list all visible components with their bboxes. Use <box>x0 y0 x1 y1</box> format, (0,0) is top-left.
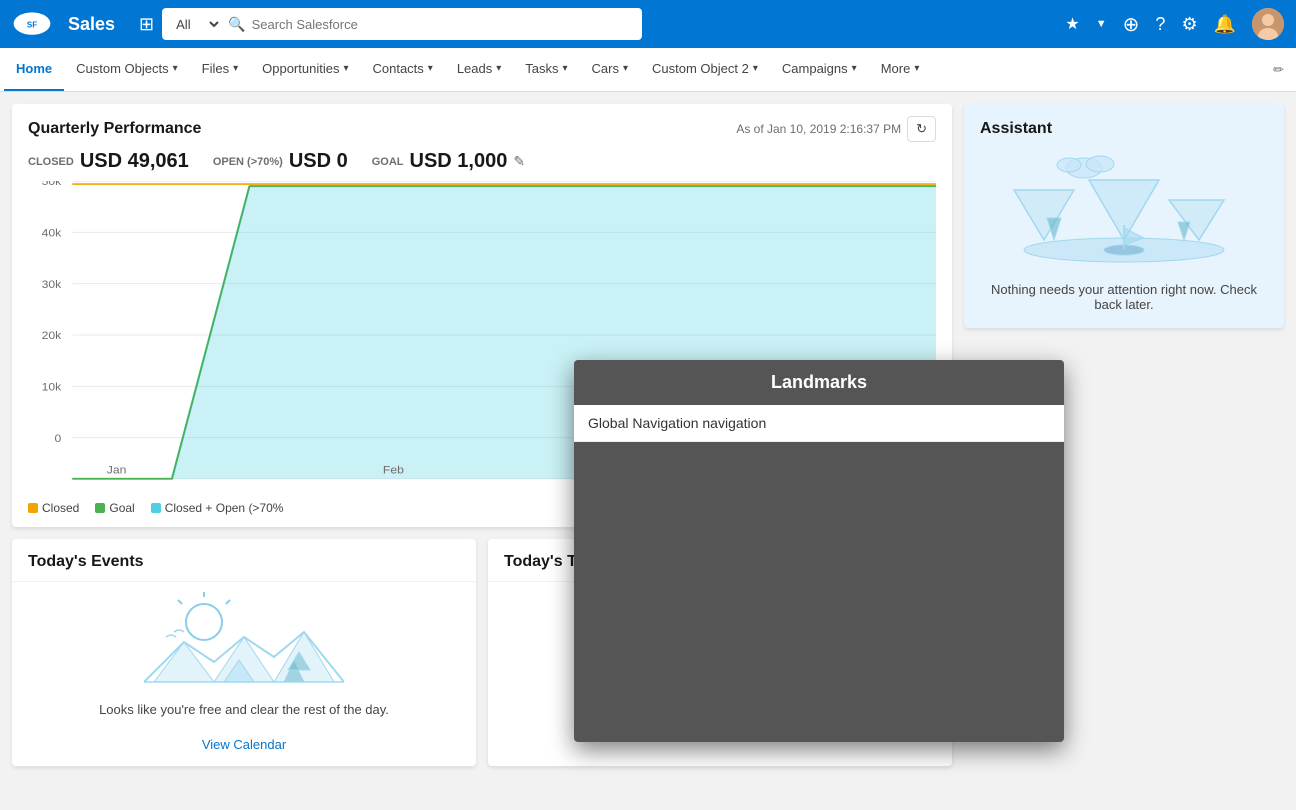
svg-text:30k: 30k <box>42 278 62 290</box>
refresh-button[interactable]: ↻ <box>907 116 936 142</box>
events-message: Looks like you're free and clear the res… <box>12 702 476 729</box>
search-icon: 🔍 <box>228 16 245 33</box>
nav-item-custom-objects[interactable]: Custom Objects ▾ <box>64 48 190 91</box>
events-svg <box>144 592 344 692</box>
open-stat: OPEN (>70%) USD 0 <box>213 150 348 173</box>
closed-stat: CLOSED USD 49,061 <box>28 150 189 173</box>
nav-item-files[interactable]: Files ▾ <box>190 48 250 91</box>
svg-text:0: 0 <box>54 432 61 444</box>
more-chevron: ▾ <box>914 63 919 74</box>
custom-object-2-chevron: ▾ <box>753 63 758 74</box>
nav-item-campaigns[interactable]: Campaigns ▾ <box>770 48 869 91</box>
assistant-title: Assistant <box>980 120 1268 138</box>
legend-dot-closed-open <box>151 503 161 513</box>
svg-text:Feb: Feb <box>383 464 404 476</box>
tasks-chevron: ▾ <box>563 63 568 74</box>
svg-text:10k: 10k <box>42 381 62 393</box>
goal-stat: GOAL USD 1,000 ✎ <box>372 150 525 173</box>
svg-text:50k: 50k <box>42 181 62 188</box>
nav-item-custom-object-2[interactable]: Custom Object 2 ▾ <box>640 48 770 91</box>
grid-icon[interactable]: ⊞ <box>139 14 154 35</box>
nav-item-leads[interactable]: Leads ▾ <box>445 48 513 91</box>
perf-date: As of Jan 10, 2019 2:16:37 PM ↻ <box>736 116 936 142</box>
events-link[interactable]: View Calendar <box>12 729 476 766</box>
nav-item-contacts[interactable]: Contacts ▾ <box>360 48 444 91</box>
perf-header: Quarterly Performance As of Jan 10, 2019… <box>12 104 952 150</box>
leads-chevron: ▾ <box>496 63 501 74</box>
svg-text:SF: SF <box>27 21 37 30</box>
legend-goal: Goal <box>95 501 134 515</box>
svg-text:Jan: Jan <box>107 464 127 476</box>
legend-closed-open: Closed + Open (>70% <box>151 501 284 515</box>
assistant-svg <box>1004 150 1244 270</box>
landmarks-body <box>574 442 1064 742</box>
avatar[interactable] <box>1252 8 1284 40</box>
view-calendar-link[interactable]: View Calendar <box>202 737 286 752</box>
assistant-card: Assistant <box>964 104 1284 328</box>
landmarks-item-global-nav[interactable]: Global Navigation navigation <box>574 405 1064 442</box>
svg-text:20k: 20k <box>42 329 62 341</box>
top-bar: SF Sales ⊞ All 🔍 ★ ▼ ⊕ ? ⚙ 🔔 <box>0 0 1296 48</box>
perf-stats: CLOSED USD 49,061 OPEN (>70%) USD 0 GOAL… <box>12 150 952 181</box>
events-illustration <box>12 582 476 702</box>
events-header: Today's Events <box>12 539 476 582</box>
settings-icon[interactable]: ⚙ <box>1181 14 1197 35</box>
contacts-chevron: ▾ <box>428 63 433 74</box>
search-scope-select[interactable]: All <box>172 16 222 33</box>
perf-title: Quarterly Performance <box>28 120 201 138</box>
nav-edit-button[interactable]: ✏ <box>1265 48 1292 91</box>
opportunities-chevron: ▾ <box>343 63 348 74</box>
search-container: All 🔍 <box>162 8 642 40</box>
assistant-illustration <box>980 150 1268 270</box>
legend-closed: Closed <box>28 501 79 515</box>
favorites-icon[interactable]: ★ <box>1065 14 1079 34</box>
nav-item-tasks[interactable]: Tasks ▾ <box>513 48 579 91</box>
nav-item-cars[interactable]: Cars ▾ <box>580 48 640 91</box>
nav-item-more[interactable]: More ▾ <box>869 48 932 91</box>
assistant-message: Nothing needs your attention right now. … <box>980 282 1268 312</box>
campaigns-chevron: ▾ <box>852 63 857 74</box>
legend-dot-goal <box>95 503 105 513</box>
landmarks-modal: Landmarks Global Navigation navigation <box>574 360 1064 742</box>
app-name: Sales <box>68 14 115 35</box>
help-icon[interactable]: ? <box>1155 14 1165 35</box>
nav-item-home[interactable]: Home <box>4 48 64 91</box>
goal-edit-icon[interactable]: ✎ <box>513 153 525 170</box>
landmarks-title: Landmarks <box>574 360 1064 405</box>
files-chevron: ▾ <box>233 63 238 74</box>
salesforce-logo[interactable]: SF <box>12 10 52 38</box>
favorites-dropdown-icon[interactable]: ▼ <box>1096 18 1107 30</box>
search-input[interactable] <box>252 17 633 32</box>
custom-objects-chevron: ▾ <box>173 63 178 74</box>
cars-chevron: ▾ <box>623 63 628 74</box>
nav-item-opportunities[interactable]: Opportunities ▾ <box>250 48 360 91</box>
add-icon[interactable]: ⊕ <box>1123 12 1140 37</box>
top-bar-icons: ★ ▼ ⊕ ? ⚙ 🔔 <box>1065 8 1284 40</box>
legend-dot-closed <box>28 503 38 513</box>
todays-events-card: Today's Events <box>12 539 476 766</box>
svg-text:40k: 40k <box>42 227 62 239</box>
nav-bar: Home Custom Objects ▾ Files ▾ Opportunit… <box>0 48 1296 92</box>
notifications-icon[interactable]: 🔔 <box>1214 14 1236 35</box>
